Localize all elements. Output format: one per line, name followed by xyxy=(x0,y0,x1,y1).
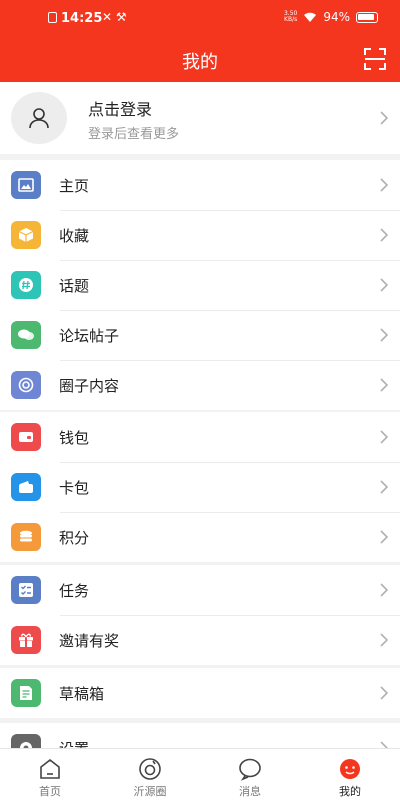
battery-percent: 94% xyxy=(323,10,350,24)
menu-group-drafts: 草稿箱 xyxy=(0,668,400,718)
login-subtitle: 登录后查看更多 xyxy=(88,127,180,142)
scan-icon[interactable] xyxy=(364,48,386,70)
draft-icon xyxy=(11,679,41,707)
chevron-right-icon xyxy=(380,583,388,597)
menu-item-favorites[interactable]: 收藏 xyxy=(0,210,400,260)
status-right: 3.50 KB/s 94% xyxy=(284,10,378,24)
menu-item-settings[interactable]: 设置 xyxy=(0,723,400,748)
chevron-right-icon xyxy=(380,686,388,700)
battery-icon xyxy=(356,11,378,23)
circle-icon xyxy=(139,758,161,780)
tab-yiyuan-circle[interactable]: 沂源圈 xyxy=(100,749,200,800)
tab-home[interactable]: 首页 xyxy=(0,749,100,800)
menu-item-label: 主页 xyxy=(59,177,90,195)
network-speed: 3.50 KB/s xyxy=(283,10,298,23)
chevron-right-icon xyxy=(380,530,388,544)
chevron-right-icon xyxy=(380,111,388,125)
menu-item-forum-posts[interactable]: 论坛帖子 xyxy=(0,310,400,360)
chevron-right-icon xyxy=(380,328,388,342)
chevron-right-icon xyxy=(380,633,388,647)
hashtag-icon xyxy=(11,271,41,299)
menu-item-label: 邀请有奖 xyxy=(59,632,120,650)
menu-item-topics[interactable]: 话题 xyxy=(0,260,400,310)
tab-label: 首页 xyxy=(39,785,61,798)
status-time: 14:25 xyxy=(48,11,102,26)
menu-item-label: 钱包 xyxy=(59,429,90,447)
wallet-icon xyxy=(11,423,41,451)
chat-bubbles-icon xyxy=(11,321,41,349)
gear-icon xyxy=(11,734,41,748)
tab-label: 沂源圈 xyxy=(133,785,167,798)
menu-item-label: 任务 xyxy=(59,582,90,600)
login-title: 点击登录 xyxy=(88,100,153,119)
menu-item-home[interactable]: 主页 xyxy=(0,160,400,210)
menu-item-label: 卡包 xyxy=(59,479,90,497)
tab-label: 消息 xyxy=(239,785,261,798)
status-time-text: 14:25 xyxy=(61,11,103,26)
status-bar: 14:25 ✕ ⚒ 3.50 KB/s 94% xyxy=(0,0,400,38)
menu-item-label: 积分 xyxy=(59,529,90,547)
menu-group-content: 主页 收藏 话题 论坛帖子 圈子内容 xyxy=(0,160,400,410)
menu-item-label: 话题 xyxy=(59,277,90,295)
tab-messages[interactable]: 消息 xyxy=(200,749,300,800)
chevron-right-icon xyxy=(380,228,388,242)
image-icon xyxy=(11,171,41,199)
gift-icon xyxy=(11,626,41,654)
menu-item-drafts[interactable]: 草稿箱 xyxy=(0,668,400,718)
chevron-right-icon xyxy=(380,480,388,494)
message-icon xyxy=(239,758,261,781)
menu-item-tasks[interactable]: 任务 xyxy=(0,565,400,615)
chevron-right-icon xyxy=(380,741,388,748)
menu-item-points[interactable]: 积分 xyxy=(0,512,400,562)
menu-item-circle-content[interactable]: 圈子内容 xyxy=(0,360,400,410)
bottom-tab-bar: 首页 沂源圈 消息 我的 xyxy=(0,748,400,800)
menu-group-tasks: 任务 邀请有奖 xyxy=(0,565,400,665)
chevron-right-icon xyxy=(380,278,388,292)
menu-item-label: 圈子内容 xyxy=(59,377,120,395)
chevron-right-icon xyxy=(380,178,388,192)
coins-icon xyxy=(11,523,41,551)
checklist-icon xyxy=(11,576,41,604)
sim-icon xyxy=(48,12,57,23)
tools-icon: ✕ ⚒ xyxy=(102,10,127,24)
menu-group-settings: 设置 xyxy=(0,723,400,748)
login-card[interactable]: 点击登录 登录后查看更多 xyxy=(0,82,400,154)
avatar xyxy=(11,92,67,144)
menu-item-label: 论坛帖子 xyxy=(59,327,120,345)
menu-item-card-pack[interactable]: 卡包 xyxy=(0,462,400,512)
wifi-icon xyxy=(304,12,317,22)
chevron-right-icon xyxy=(380,430,388,444)
home-icon xyxy=(40,758,60,779)
menu-item-label: 设置 xyxy=(59,738,89,748)
profile-face-icon xyxy=(340,759,360,779)
box-icon xyxy=(11,221,41,249)
chevron-right-icon xyxy=(380,378,388,392)
circle-swirl-icon xyxy=(11,371,41,399)
menu-item-label: 收藏 xyxy=(59,227,90,245)
menu-item-label: 草稿箱 xyxy=(59,685,105,703)
tab-profile[interactable]: 我的 xyxy=(300,749,400,800)
menu-group-wallet: 钱包 卡包 积分 xyxy=(0,412,400,562)
menu-item-invite-rewards[interactable]: 邀请有奖 xyxy=(0,615,400,665)
menu-item-wallet[interactable]: 钱包 xyxy=(0,412,400,462)
page-title: 我的 xyxy=(182,52,218,73)
title-bar: 我的 xyxy=(0,38,400,82)
card-icon xyxy=(11,473,41,501)
user-icon xyxy=(29,108,49,129)
tab-label: 我的 xyxy=(339,785,361,798)
